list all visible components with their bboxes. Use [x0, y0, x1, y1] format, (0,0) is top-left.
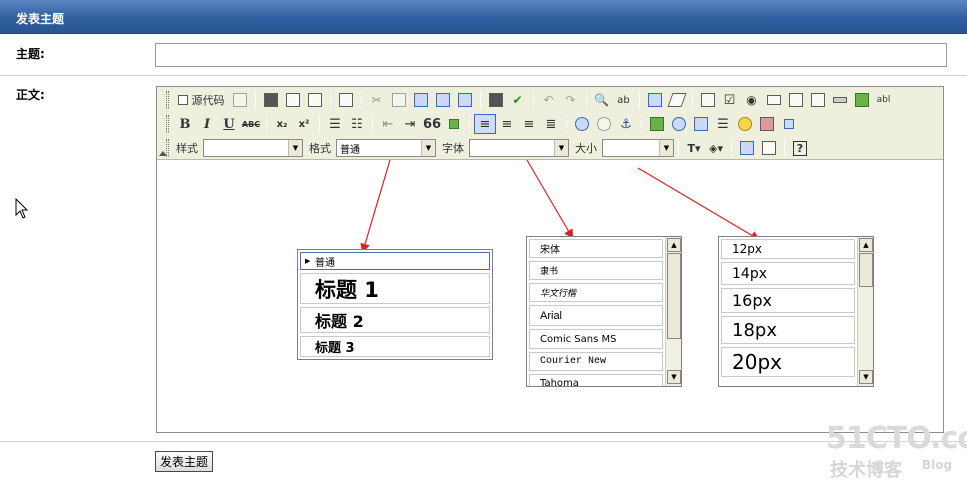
font-option-label: 华文行楷 — [540, 289, 577, 299]
font-option[interactable]: Comic Sans MS — [529, 329, 663, 349]
size-option[interactable]: 16px — [721, 288, 855, 313]
font-option[interactable]: Courier New — [529, 352, 663, 371]
size-option-label: 20px — [732, 350, 782, 374]
watermark-site: 51CTO.com — [826, 421, 967, 456]
scroll-down-icon[interactable]: ▼ — [667, 370, 681, 384]
size-option-label: 12px — [732, 242, 762, 256]
font-option-label: Tahoma — [540, 378, 579, 387]
watermark-blog-en: Blog — [922, 458, 953, 472]
font-option-label: 宋体 — [540, 245, 560, 256]
scroll-up-icon[interactable]: ▲ — [859, 238, 873, 252]
size-dropdown: 12px 14px 16px 18px 20px ▲ ▼ — [718, 236, 874, 387]
size-option[interactable]: 18px — [721, 316, 855, 344]
row-divider — [0, 441, 967, 442]
font-option[interactable]: 隶书 — [529, 261, 663, 280]
watermark-blog-cn: 技术博客 — [830, 460, 902, 481]
scroll-down-icon[interactable]: ▼ — [859, 370, 873, 384]
size-option-label: 14px — [732, 265, 767, 282]
submit-topic-button[interactable]: 发表主题 — [155, 451, 213, 472]
format-option-h3[interactable]: 标题 3 — [300, 336, 490, 357]
font-dropdown-scrollbar[interactable]: ▲ ▼ — [665, 237, 681, 386]
size-option[interactable]: 12px — [721, 239, 855, 259]
arrow-to-font-dropdown — [526, 159, 574, 240]
format-option-label: 标题 2 — [315, 312, 364, 331]
font-option[interactable]: 宋体 — [529, 239, 663, 258]
format-option-label: 标题 1 — [315, 277, 379, 302]
size-option-label: 16px — [732, 291, 772, 310]
font-option-label: Courier New — [540, 356, 607, 367]
font-option-label: Comic Sans MS — [540, 333, 617, 345]
scroll-thumb[interactable] — [667, 253, 681, 339]
format-dropdown: ▶ 普通 标题 1 标题 2 标题 3 — [297, 249, 493, 360]
scroll-up-icon[interactable]: ▲ — [667, 238, 681, 252]
size-dropdown-scrollbar[interactable]: ▲ ▼ — [857, 237, 873, 386]
font-option-label: 隶书 — [540, 267, 559, 277]
arrow-to-size-dropdown — [637, 167, 761, 241]
font-option[interactable]: Arial — [529, 305, 663, 326]
arrow-to-format-dropdown — [360, 159, 391, 254]
triangle-right-icon: ▶ — [305, 257, 311, 265]
format-option-h1[interactable]: 标题 1 — [300, 273, 490, 304]
size-option[interactable]: 14px — [721, 262, 855, 285]
size-option-label: 18px — [732, 319, 777, 341]
font-option-label: Arial — [540, 309, 563, 322]
format-option-h2[interactable]: 标题 2 — [300, 307, 490, 333]
scroll-thumb[interactable] — [859, 253, 873, 287]
font-option[interactable]: 华文行楷 — [529, 283, 663, 302]
font-option[interactable]: Tahoma — [529, 374, 663, 387]
format-option-label: 普通 — [315, 257, 335, 269]
format-option-label: 标题 3 — [315, 341, 355, 356]
format-option-normal[interactable]: ▶ 普通 — [300, 252, 490, 270]
font-dropdown: 宋体 隶书 华文行楷 Arial Comic Sans MS Courier N… — [526, 236, 682, 387]
size-option[interactable]: 20px — [721, 347, 855, 377]
